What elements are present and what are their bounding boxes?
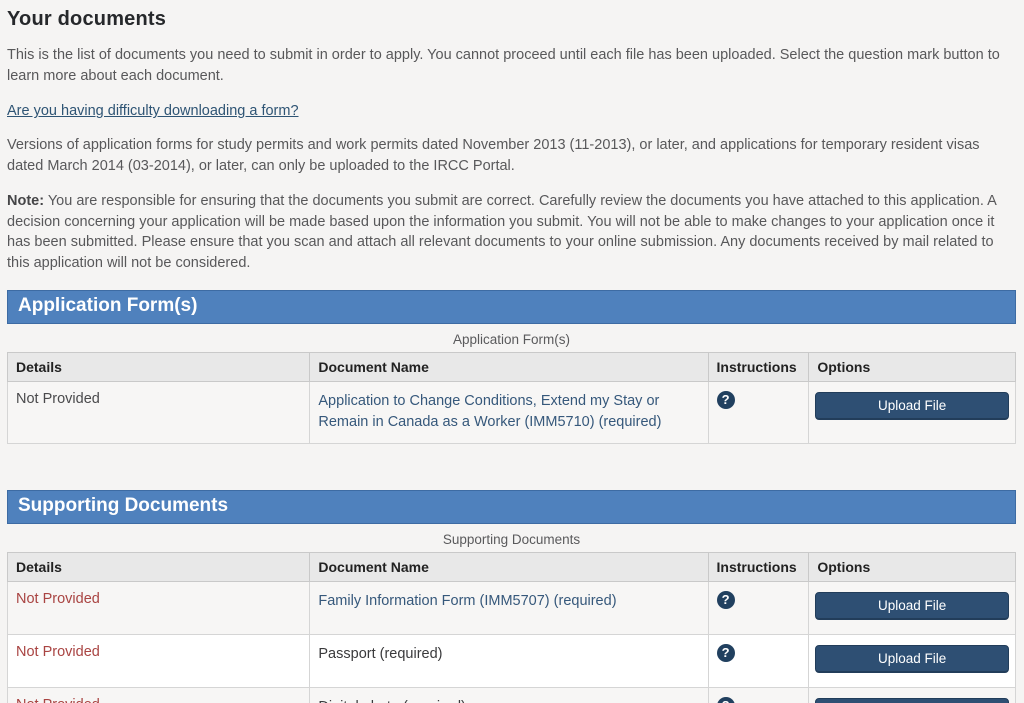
table-row: Not Provided Application to Change Condi…: [8, 381, 1016, 444]
page-title: Your documents: [7, 8, 1016, 31]
options-cell: Upload File: [809, 688, 1016, 703]
difficulty-downloading-link[interactable]: Are you having difficulty downloading a …: [7, 103, 299, 119]
document-name-link[interactable]: Application to Change Conditions, Extend…: [318, 393, 661, 431]
details-status: Not Provided: [16, 644, 100, 660]
document-name-link[interactable]: Family Information Form (IMM5707) (requi…: [318, 593, 616, 609]
options-cell: Upload File: [809, 582, 1016, 635]
details-status: Not Provided: [16, 391, 100, 407]
question-mark-icon[interactable]: ?: [717, 644, 735, 662]
upload-file-button[interactable]: Upload File: [815, 392, 1009, 420]
column-header-instructions: Instructions: [708, 553, 809, 582]
section-header-supporting-documents: Supporting Documents: [7, 490, 1016, 524]
column-header-options: Options: [809, 352, 1016, 381]
details-cell: Not Provided: [8, 688, 310, 703]
column-header-options: Options: [809, 553, 1016, 582]
instructions-cell: ?: [708, 582, 809, 635]
column-header-details: Details: [8, 352, 310, 381]
table-caption-application-forms: Application Form(s): [7, 332, 1016, 347]
details-cell: Not Provided: [8, 582, 310, 635]
note-body: You are responsible for ensuring that th…: [7, 193, 996, 271]
column-header-instructions: Instructions: [708, 352, 809, 381]
upload-file-button[interactable]: Upload File: [815, 592, 1009, 620]
upload-file-button[interactable]: Upload File: [815, 645, 1009, 673]
instructions-cell: ?: [708, 688, 809, 703]
table-header-row: Details Document Name Instructions Optio…: [8, 352, 1016, 381]
options-cell: Upload File: [809, 635, 1016, 688]
document-name-cell: Application to Change Conditions, Extend…: [310, 381, 708, 444]
table-row-family-information: Not Provided Family Information Form (IM…: [8, 582, 1016, 635]
details-status: Not Provided: [16, 697, 100, 703]
details-cell: Not Provided: [8, 635, 310, 688]
section-header-application-forms: Application Form(s): [7, 290, 1016, 324]
table-caption-supporting-documents: Supporting Documents: [7, 532, 1016, 547]
details-status: Not Provided: [16, 591, 100, 607]
table-header-row: Details Document Name Instructions Optio…: [8, 553, 1016, 582]
application-forms-table: Details Document Name Instructions Optio…: [7, 352, 1016, 445]
options-cell: Upload File: [809, 381, 1016, 444]
document-name-text: Passport (required): [318, 646, 442, 662]
your-documents-page: Your documents This is the list of docum…: [0, 0, 1024, 703]
section-spacer: [7, 444, 1016, 490]
document-name-cell: Passport (required): [310, 635, 708, 688]
supporting-documents-table: Details Document Name Instructions Optio…: [7, 552, 1016, 703]
instructions-cell: ?: [708, 635, 809, 688]
document-name-text: Digital photo (required): [318, 699, 466, 703]
form-versions-paragraph: Versions of application forms for study …: [7, 135, 1016, 176]
details-cell: Not Provided: [8, 381, 310, 444]
question-mark-icon[interactable]: ?: [717, 697, 735, 703]
column-header-details: Details: [8, 553, 310, 582]
column-header-document-name: Document Name: [310, 553, 708, 582]
note-paragraph: Note: You are responsible for ensuring t…: [7, 191, 1016, 273]
intro-paragraph: This is the list of documents you need t…: [7, 45, 1016, 86]
instructions-cell: ?: [708, 381, 809, 444]
document-name-cell: Digital photo (required): [310, 688, 708, 703]
column-header-document-name: Document Name: [310, 352, 708, 381]
note-label: Note:: [7, 193, 44, 209]
question-mark-icon[interactable]: ?: [717, 591, 735, 609]
table-row-digital-photo: Not Provided Digital photo (required) ? …: [8, 688, 1016, 703]
document-name-cell: Family Information Form (IMM5707) (requi…: [310, 582, 708, 635]
table-row-passport: Not Provided Passport (required) ? Uploa…: [8, 635, 1016, 688]
upload-file-button[interactable]: Upload File: [815, 698, 1009, 703]
question-mark-icon[interactable]: ?: [717, 391, 735, 409]
